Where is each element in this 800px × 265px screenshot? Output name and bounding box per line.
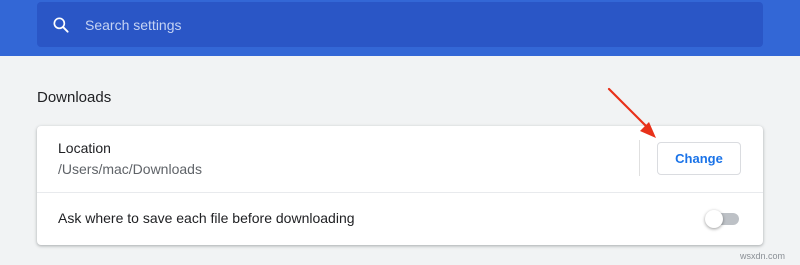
annotation-arrow-icon bbox=[607, 87, 656, 138]
search-icon bbox=[53, 17, 69, 33]
location-label: Location bbox=[58, 140, 111, 156]
search-input[interactable] bbox=[85, 2, 745, 47]
watermark-text: wsxdn.com bbox=[740, 251, 786, 261]
settings-header bbox=[0, 0, 800, 56]
ask-before-download-label: Ask where to save each file before downl… bbox=[58, 210, 355, 226]
toggle-knob bbox=[705, 210, 723, 228]
vertical-divider bbox=[639, 140, 640, 176]
section-title-downloads: Downloads bbox=[37, 89, 112, 106]
ask-before-download-toggle[interactable] bbox=[705, 210, 739, 228]
ask-before-download-row: Ask where to save each file before downl… bbox=[37, 193, 763, 245]
change-location-button[interactable]: Change bbox=[657, 142, 741, 175]
location-path: /Users/mac/Downloads bbox=[58, 161, 202, 177]
search-bar[interactable] bbox=[37, 2, 763, 47]
